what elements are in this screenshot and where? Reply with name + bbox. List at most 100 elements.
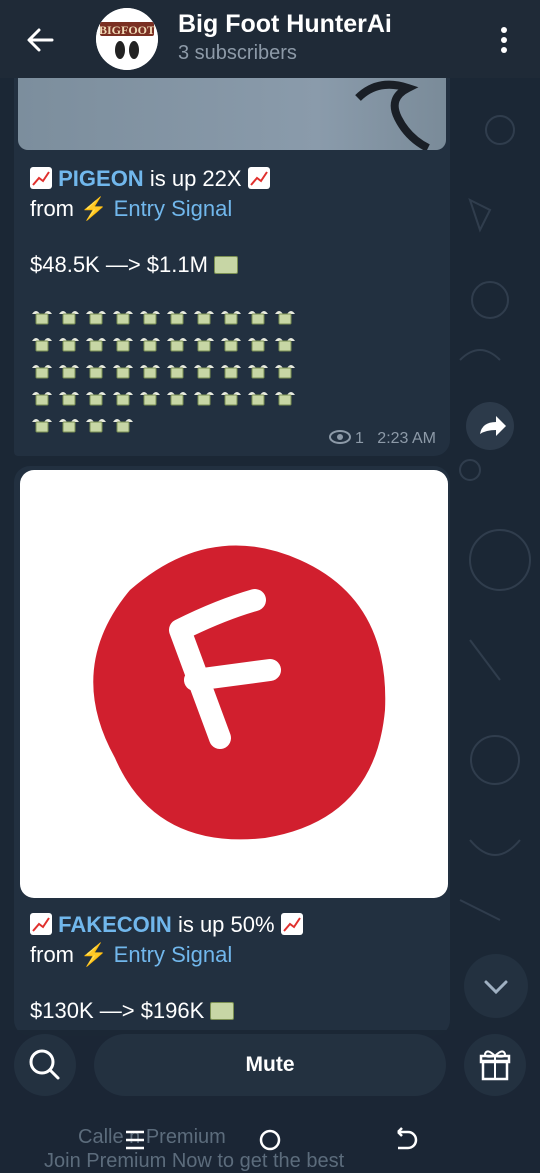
money-wings-emoji: [111, 414, 135, 436]
money-wings-row: [30, 333, 320, 360]
cash-emoji: [214, 256, 239, 274]
money-wings-emoji: [165, 360, 189, 382]
money-wings-emoji: [273, 387, 297, 409]
view-count: 1: [355, 430, 364, 447]
money-wings-emoji: [138, 387, 162, 409]
money-wings-emoji: [219, 360, 243, 382]
money-wings-emoji: [138, 333, 162, 355]
money-wings-emoji: [246, 387, 270, 409]
money-wings-emoji: [57, 333, 81, 355]
chart-up-emoji: [30, 167, 52, 189]
gain-text-2: is up 50%: [177, 912, 275, 937]
entry-signal-link[interactable]: Entry Signal: [114, 196, 233, 221]
price-change: $48.5K —> $1.1M: [30, 252, 208, 277]
gain-text: is up 22X: [149, 166, 242, 191]
money-wings-emoji: [57, 414, 81, 436]
money-wings-emoji: [84, 414, 108, 436]
money-wings-emoji: [111, 333, 135, 355]
money-wings-emoji: [219, 333, 243, 355]
money-wings-row: [30, 414, 320, 441]
money-wings-emoji: [111, 387, 135, 409]
money-wings-emoji: [30, 333, 54, 355]
money-wings-emoji: [111, 360, 135, 382]
message-bubble-pigeon[interactable]: PIGEON is up 22X from ⚡ Entry Signal $48…: [14, 78, 450, 456]
share-icon: [480, 416, 506, 436]
money-wings-emoji: [246, 333, 270, 355]
back-nav-icon[interactable]: [397, 1127, 418, 1150]
from-line: from ⚡ Entry Signal: [30, 196, 232, 222]
message-meta: 1 2:23 AM: [328, 430, 436, 448]
money-wings-emoji: [30, 414, 54, 436]
money-wings-emoji: [165, 387, 189, 409]
money-wings-emoji: [192, 333, 216, 355]
back-arrow-icon[interactable]: [22, 22, 58, 58]
money-wings-emoji: [138, 360, 162, 382]
money-wings-emoji: [111, 306, 135, 328]
chart-up-emoji: [247, 167, 270, 189]
money-wings-emoji: [84, 387, 108, 409]
money-wings-emoji: [30, 360, 54, 382]
money-wings-emoji: [30, 306, 54, 328]
money-wings-emoji: [57, 360, 81, 382]
price-change-line-2: $130K —> $196K: [30, 998, 235, 1024]
price-change-2: $130K —> $196K: [30, 998, 205, 1023]
money-wings-emoji: [273, 333, 297, 355]
message-bubble-fakecoin[interactable]: FAKECOIN is up 50% from ⚡ Entry Signal $…: [14, 466, 450, 1036]
entry-signal-link-2[interactable]: Entry Signal: [114, 942, 233, 967]
money-wings-emoji: [84, 360, 108, 382]
money-wings-emoji: [138, 306, 162, 328]
svg-text:BIGFOOT: BIGFOOT: [99, 23, 155, 37]
money-wings-emoji: [192, 306, 216, 328]
coin-link[interactable]: PIGEON: [58, 166, 144, 191]
money-wings-emoji: [84, 306, 108, 328]
money-wings-emoji: [57, 306, 81, 328]
money-wings-emoji: [192, 360, 216, 382]
from-label-2: from: [30, 942, 74, 967]
fakecoin-logo-image[interactable]: [20, 470, 448, 898]
chat-header: BIGFOOT Big Foot HunterAi 3 subscribers: [0, 0, 540, 78]
money-wings-emoji: [273, 360, 297, 382]
lightning-emoji: ⚡: [80, 196, 108, 221]
gain-line: PIGEON is up 22X: [30, 166, 270, 192]
chart-up-emoji: [30, 913, 52, 935]
message-image-partial[interactable]: [18, 78, 446, 150]
gain-line-2: FAKECOIN is up 50%: [30, 912, 303, 938]
gift-icon: [479, 1050, 511, 1081]
money-wings-emoji: [165, 333, 189, 355]
search-button[interactable]: [14, 1034, 76, 1096]
money-wings-emoji: [57, 387, 81, 409]
message-time: 2:23 AM: [377, 430, 436, 447]
system-navbar: [126, 1127, 418, 1151]
chart-up-emoji: [280, 913, 303, 935]
share-button[interactable]: [466, 402, 514, 450]
money-wings-emoji: [30, 387, 54, 409]
gift-button[interactable]: [464, 1034, 526, 1096]
channel-title[interactable]: Big Foot HunterAi: [178, 10, 392, 39]
coin-link-2[interactable]: FAKECOIN: [58, 912, 172, 937]
more-vert-icon[interactable]: [492, 22, 516, 58]
scroll-down-button[interactable]: [464, 954, 528, 1018]
money-wings-emoji: [246, 360, 270, 382]
channel-avatar[interactable]: BIGFOOT: [96, 8, 158, 70]
money-wings-emoji: [219, 306, 243, 328]
money-wings-emoji: [192, 387, 216, 409]
cash-emoji: [210, 1002, 235, 1020]
money-wings-emoji: [84, 333, 108, 355]
money-wings-emoji-grid: [30, 306, 320, 441]
chevron-down-icon: [484, 980, 508, 995]
money-wings-row: [30, 306, 320, 333]
from-line-2: from ⚡ Entry Signal: [30, 942, 232, 968]
subscriber-count: 3 subscribers: [178, 42, 297, 64]
money-wings-row: [30, 387, 320, 414]
money-wings-emoji: [165, 306, 189, 328]
home-circle-icon[interactable]: [259, 1129, 281, 1151]
menu-icon[interactable]: [126, 1130, 144, 1150]
money-wings-emoji: [246, 306, 270, 328]
mute-button[interactable]: Mute: [94, 1034, 446, 1096]
lightning-emoji: ⚡: [80, 942, 108, 967]
price-change-line: $48.5K —> $1.1M: [30, 252, 239, 278]
from-label: from: [30, 196, 74, 221]
money-wings-emoji: [219, 387, 243, 409]
search-icon: [29, 1049, 60, 1080]
money-wings-row: [30, 360, 320, 387]
